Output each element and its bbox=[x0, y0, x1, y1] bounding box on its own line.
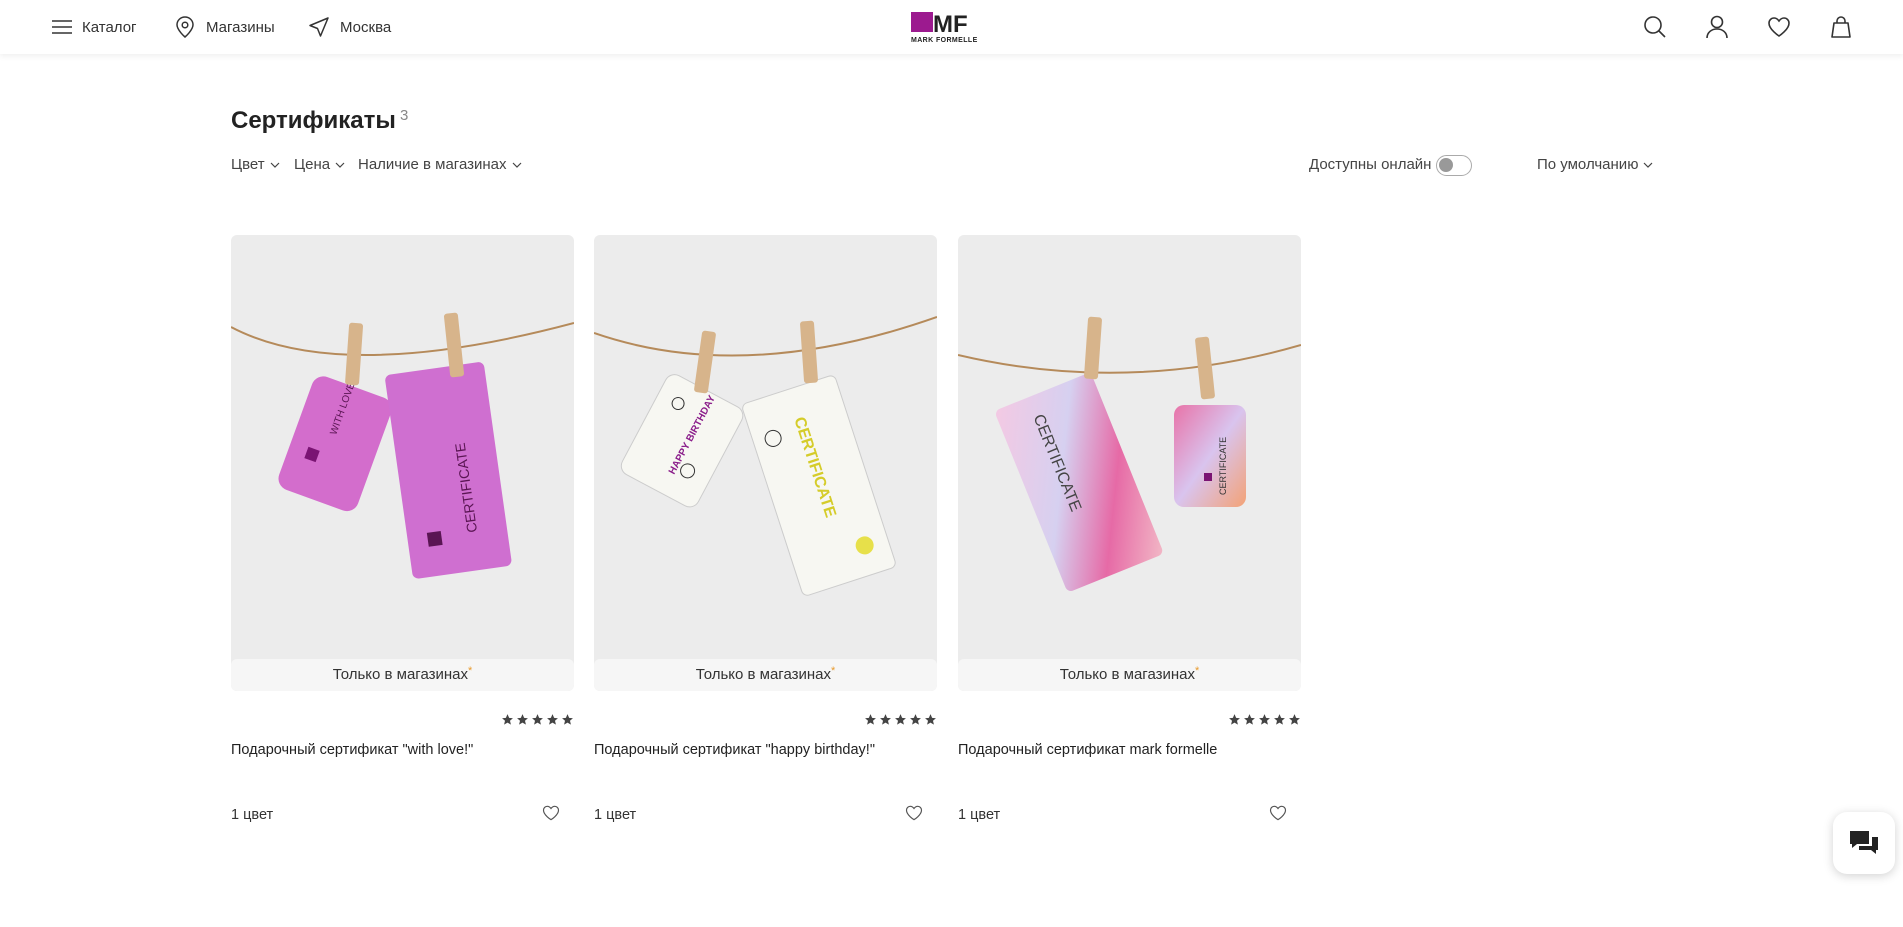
catalog-menu-button[interactable]: Каталог bbox=[50, 0, 137, 54]
star-icon bbox=[1274, 714, 1285, 725]
city-label: Москва bbox=[340, 18, 392, 36]
stores-label: Магазины bbox=[206, 18, 275, 36]
star-icon bbox=[502, 714, 513, 725]
product-count: 3 bbox=[400, 107, 409, 124]
filter-price-label: Цена bbox=[294, 156, 331, 173]
star-icon bbox=[910, 714, 921, 725]
star-icon bbox=[895, 714, 906, 725]
product-card[interactable]: HAPPY BIRTHDAY CERTIFICATE Только в мага… bbox=[594, 235, 937, 835]
star-icon bbox=[1289, 714, 1300, 725]
star-icon bbox=[1244, 714, 1255, 725]
rating-stars bbox=[501, 713, 574, 726]
online-toggle[interactable] bbox=[1436, 155, 1472, 176]
location-pin-icon bbox=[176, 16, 194, 38]
chat-bubbles-icon bbox=[1850, 831, 1878, 854]
product-name[interactable]: Подарочный сертификат mark formelle bbox=[958, 742, 1217, 758]
availability-text: Только в магазинах bbox=[1059, 666, 1196, 683]
product-colors: 1 цвет bbox=[958, 807, 1001, 823]
star-icon bbox=[1229, 714, 1240, 725]
rating-stars bbox=[864, 713, 937, 726]
sort-label: По умолчанию bbox=[1537, 156, 1639, 173]
product-name[interactable]: Подарочный сертификат "with love!" bbox=[231, 742, 473, 758]
wishlist-button[interactable] bbox=[1765, 13, 1793, 41]
add-to-wishlist-heart-icon[interactable] bbox=[1268, 803, 1288, 823]
product-name[interactable]: Подарочный сертификат "happy birthday!" bbox=[594, 742, 875, 758]
star-icon bbox=[880, 714, 891, 725]
product-colors: 1 цвет bbox=[594, 807, 637, 823]
filter-store-availability-label: Наличие в магазинах bbox=[358, 156, 507, 173]
star-icon bbox=[1259, 714, 1270, 725]
navigation-arrow-icon bbox=[309, 17, 329, 37]
availability-badge: Только в магазинах* bbox=[958, 659, 1301, 691]
availability-text: Только в магазинах bbox=[695, 666, 832, 683]
star-icon bbox=[532, 714, 543, 725]
star-icon bbox=[925, 714, 936, 725]
stores-link[interactable]: Магазины bbox=[172, 0, 275, 54]
product-card[interactable]: CERTIFICATE CERTIFICATE Только в магазин… bbox=[958, 235, 1301, 835]
catalog-label: Каталог bbox=[82, 18, 137, 36]
product-image[interactable]: CERTIFICATE CERTIFICATE Только в магазин… bbox=[958, 235, 1301, 691]
product-colors: 1 цвет bbox=[231, 807, 274, 823]
availability-mark: * bbox=[468, 665, 473, 677]
logo-text: MF bbox=[933, 11, 968, 38]
hamburger-icon bbox=[52, 20, 72, 34]
card-text: CERTIFICATE bbox=[1218, 437, 1228, 495]
chevron-down-icon bbox=[270, 162, 280, 168]
search-icon bbox=[1644, 16, 1666, 38]
online-label-text: Доступны онлайн bbox=[1309, 156, 1432, 173]
logo-subtext: MARK FORMELLE bbox=[911, 37, 978, 44]
star-icon bbox=[562, 714, 573, 725]
brand-logo[interactable]: MF MARK FORMELLE bbox=[911, 10, 993, 44]
add-to-wishlist-heart-icon[interactable] bbox=[904, 803, 924, 823]
online-toggle-label: Доступны онлайн bbox=[1309, 156, 1431, 173]
chevron-down-icon bbox=[1644, 162, 1653, 168]
availability-text: Только в магазинах bbox=[332, 666, 469, 683]
city-selector[interactable]: Москва bbox=[306, 0, 391, 54]
add-to-wishlist-heart-icon[interactable] bbox=[541, 803, 561, 823]
product-card[interactable]: WITH LOVE CERTIFICATE Только в магазинах… bbox=[231, 235, 574, 835]
account-button[interactable] bbox=[1703, 13, 1731, 41]
availability-badge: Только в магазинах* bbox=[594, 659, 937, 691]
star-icon bbox=[865, 714, 876, 725]
availability-mark: * bbox=[1195, 665, 1200, 677]
user-icon bbox=[1706, 15, 1728, 39]
toggle-knob bbox=[1439, 158, 1453, 172]
star-icon bbox=[517, 714, 528, 725]
chat-button[interactable] bbox=[1833, 812, 1895, 874]
shopping-bag-icon bbox=[1831, 16, 1851, 38]
product-image[interactable]: HAPPY BIRTHDAY CERTIFICATE Только в мага… bbox=[594, 235, 937, 691]
sort-dropdown[interactable]: По умолчанию bbox=[1537, 156, 1653, 173]
filter-price[interactable]: Цена bbox=[294, 156, 345, 173]
filter-color-label: Цвет bbox=[231, 156, 265, 173]
site-header: Каталог Магазины Москва MF MARK FORMELLE bbox=[0, 0, 1903, 54]
filter-store-availability[interactable]: Наличие в магазинах bbox=[358, 156, 522, 173]
filter-color[interactable]: Цвет bbox=[231, 156, 280, 173]
star-icon bbox=[547, 714, 558, 725]
search-button[interactable] bbox=[1641, 13, 1669, 41]
chevron-down-icon bbox=[335, 162, 345, 168]
page-title: Сертификаты bbox=[231, 107, 396, 134]
availability-badge: Только в магазинах* bbox=[231, 659, 574, 691]
cart-button[interactable] bbox=[1827, 13, 1855, 41]
availability-mark: * bbox=[831, 665, 836, 677]
product-image[interactable]: WITH LOVE CERTIFICATE Только в магазинах… bbox=[231, 235, 574, 691]
chevron-down-icon bbox=[512, 162, 521, 168]
rating-stars bbox=[1228, 713, 1301, 726]
heart-icon bbox=[1768, 17, 1790, 37]
